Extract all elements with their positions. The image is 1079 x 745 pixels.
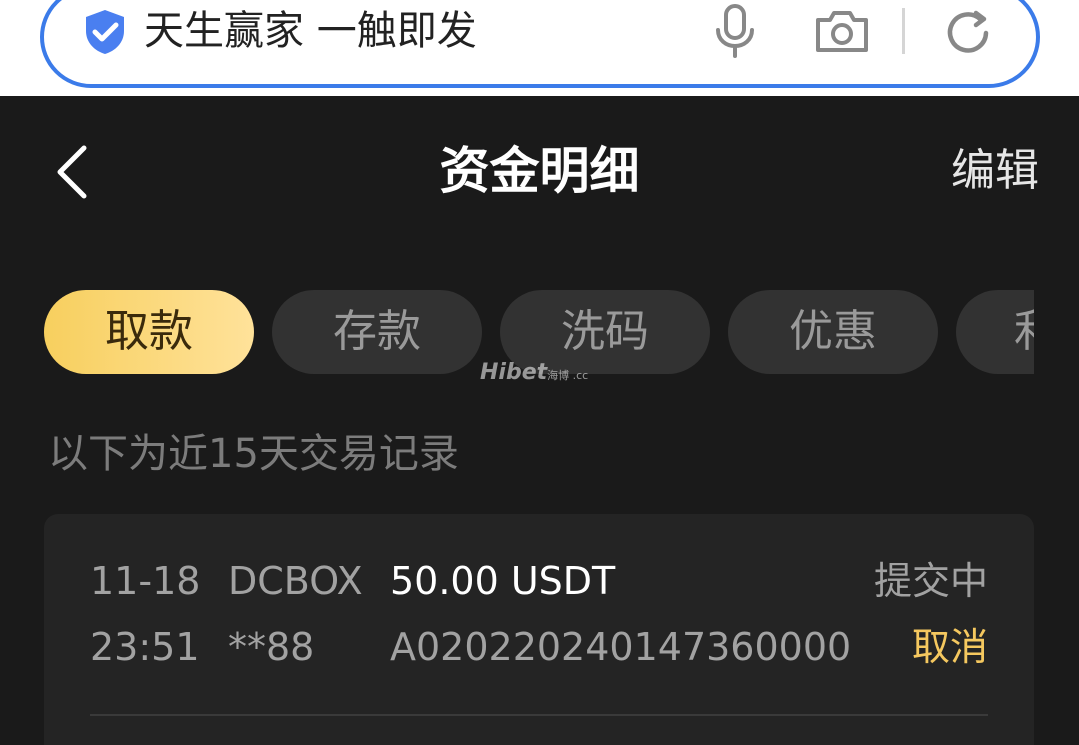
card-divider bbox=[90, 714, 988, 716]
record-order-id: A02022024014736​0000 bbox=[390, 625, 852, 669]
edit-button[interactable]: 编辑 bbox=[951, 140, 1039, 202]
tab-partial[interactable]: 利 bbox=[956, 290, 1034, 374]
record-date: 11-18 bbox=[90, 559, 201, 603]
refresh-icon[interactable] bbox=[942, 7, 994, 59]
camera-icon[interactable] bbox=[814, 8, 870, 54]
toolbar-divider bbox=[902, 8, 905, 54]
record-account: **88 bbox=[228, 625, 315, 669]
search-query-text[interactable]: 天生赢家 一触即发 bbox=[144, 6, 477, 56]
shield-check-icon bbox=[86, 10, 124, 54]
microphone-icon[interactable] bbox=[712, 4, 758, 58]
records-range-notice: 以下为近15天交易记录 bbox=[48, 431, 459, 477]
transaction-record-card: 11-18 DCBOX 50.00 USDT 提交中 23:51 **88 A0… bbox=[44, 514, 1034, 745]
record-amount: 50.00 USDT bbox=[390, 559, 616, 603]
tab-withdraw[interactable]: 取款 bbox=[44, 290, 254, 374]
tab-deposit[interactable]: 存款 bbox=[272, 290, 482, 374]
record-channel: DCBOX bbox=[228, 559, 363, 603]
watermark-brand: Hibet bbox=[480, 360, 548, 385]
page-title: 资金明细 bbox=[439, 142, 640, 200]
watermark-logo: Hibet海博 .cc bbox=[480, 358, 588, 388]
record-time: 23:51 bbox=[90, 625, 200, 669]
browser-address-bar: 天生赢家 一触即发 bbox=[0, 0, 1079, 96]
watermark-sub: 海博 .cc bbox=[547, 369, 589, 382]
app-screen: 天生赢家 一触即发 资金明细 编辑 取款 存款 洗码 优惠 利 Hibet海博 … bbox=[0, 0, 1079, 745]
record-status: 提交中 bbox=[873, 559, 988, 603]
tab-promotion[interactable]: 优惠 bbox=[728, 290, 938, 374]
cancel-button[interactable]: 取消 bbox=[912, 622, 988, 672]
